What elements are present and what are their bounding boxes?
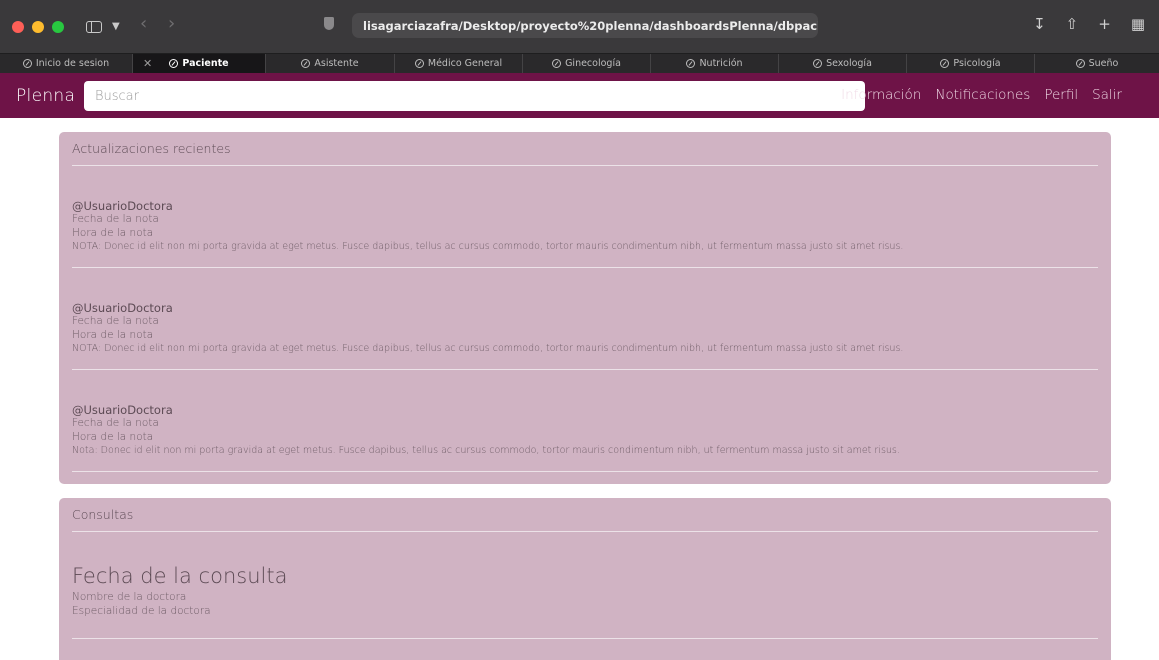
tab-medico-general[interactable]: Médico General bbox=[395, 54, 523, 73]
note-text: NOTA: Donec id elit non mi porta gravida… bbox=[72, 343, 904, 354]
note-user: @UsuarioDoctora bbox=[72, 199, 173, 213]
url-text: lisagarciazafra/Desktop/proyecto%20plenn… bbox=[363, 18, 818, 33]
note-item: @UsuarioDoctora Fecha de la nota Hora de… bbox=[72, 370, 1098, 472]
nav-link-perfil[interactable]: Perfil bbox=[1044, 87, 1078, 103]
brand-logo[interactable]: Plenna bbox=[16, 86, 75, 106]
close-window-button[interactable] bbox=[12, 20, 24, 33]
tab-overview-icon[interactable]: ▦ bbox=[1131, 14, 1145, 34]
nav-links: Información Notificaciones Perfil Salir bbox=[841, 87, 1122, 103]
note-item: @UsuarioDoctora Fecha de la nota Hora de… bbox=[72, 268, 1098, 370]
compass-icon bbox=[813, 59, 823, 68]
compass-icon bbox=[552, 59, 562, 68]
card-title: Consultas bbox=[72, 498, 1098, 532]
note-date: Fecha de la nota bbox=[72, 417, 159, 429]
back-arrow-icon[interactable]: ‹ bbox=[140, 14, 147, 34]
share-icon[interactable]: ⇧ bbox=[1066, 14, 1079, 34]
note-text: Nota: Donec id elit non mi porta gravida… bbox=[72, 445, 900, 456]
zoom-window-button[interactable] bbox=[52, 20, 64, 33]
tab-psicologia[interactable]: Psicología bbox=[907, 54, 1035, 73]
forward-arrow-icon[interactable]: › bbox=[168, 14, 175, 34]
minimize-window-button[interactable] bbox=[32, 20, 44, 33]
compass-icon bbox=[940, 59, 950, 68]
tab-ginecologia[interactable]: Ginecología bbox=[523, 54, 651, 73]
doctor-name: Nombre de la doctora bbox=[72, 591, 187, 603]
tab-bar: Inicio de sesion ✕ Paciente Asistente Mé… bbox=[0, 53, 1159, 73]
consulta-item: Fecha de la consulta Nombre de la doctor… bbox=[72, 532, 1098, 639]
tab-label: Psicología bbox=[953, 58, 1001, 69]
tab-label: Médico General bbox=[427, 58, 503, 69]
compass-icon bbox=[686, 59, 696, 68]
new-tab-icon[interactable]: + bbox=[1098, 14, 1111, 34]
tab-sexologia[interactable]: Sexología bbox=[779, 54, 907, 73]
tab-label: Sueño bbox=[1088, 58, 1119, 69]
tab-label: Inicio de sesion bbox=[35, 58, 110, 69]
note-user: @UsuarioDoctora bbox=[72, 301, 173, 315]
note-text: NOTA: Donec id elit non mi porta gravida… bbox=[72, 241, 904, 252]
note-time: Hora de la nota bbox=[72, 328, 154, 341]
consulta-date: Fecha de la consulta bbox=[72, 564, 288, 588]
tab-label: Nutrición bbox=[699, 58, 743, 69]
note-date: Fecha de la nota bbox=[72, 213, 159, 225]
note-date: Fecha de la nota bbox=[72, 315, 159, 327]
download-icon[interactable]: ↧ bbox=[1033, 14, 1046, 34]
note-item: @UsuarioDoctora Fecha de la nota Hora de… bbox=[72, 166, 1098, 268]
note-user: @UsuarioDoctora bbox=[72, 403, 173, 417]
compass-icon bbox=[169, 59, 179, 68]
tab-label: Paciente bbox=[182, 58, 229, 69]
tab-label: Ginecología bbox=[565, 58, 621, 69]
compass-icon bbox=[301, 59, 311, 68]
nav-link-notificaciones[interactable]: Notificaciones bbox=[935, 87, 1030, 103]
nav-link-informacion[interactable]: Información bbox=[841, 87, 921, 103]
tab-nutricion[interactable]: Nutrición bbox=[651, 54, 779, 73]
doctor-specialty: Especialidad de la doctora bbox=[72, 605, 211, 617]
tab-inicio-de-sesion[interactable]: Inicio de sesion bbox=[0, 54, 133, 73]
tab-label: Asistente bbox=[314, 58, 359, 69]
close-tab-icon[interactable]: ✕ bbox=[143, 57, 152, 70]
app-navbar: Plenna Información Notificaciones Perfil… bbox=[0, 73, 1159, 118]
note-time: Hora de la nota bbox=[72, 430, 154, 443]
card-title: Actualizaciones recientes bbox=[72, 132, 1098, 166]
privacy-shield-icon[interactable] bbox=[324, 15, 334, 35]
window-controls bbox=[12, 20, 64, 33]
consultas-card: Consultas Fecha de la consulta Nombre de… bbox=[59, 498, 1111, 660]
compass-icon bbox=[22, 59, 32, 68]
compass-icon bbox=[414, 59, 424, 68]
address-bar[interactable]: lisagarciazafra/Desktop/proyecto%20plenn… bbox=[352, 13, 818, 38]
chevron-down-icon[interactable]: ▼ bbox=[112, 17, 120, 37]
updates-card: Actualizaciones recientes @UsuarioDoctor… bbox=[59, 132, 1111, 484]
tab-paciente[interactable]: ✕ Paciente bbox=[133, 54, 266, 73]
browser-toolbar: ▼ ‹ › lisagarciazafra/Desktop/proyecto%2… bbox=[0, 0, 1159, 53]
search-input[interactable] bbox=[84, 81, 865, 111]
main-content: Actualizaciones recientes @UsuarioDoctor… bbox=[0, 118, 1159, 660]
tab-label: Sexología bbox=[826, 58, 872, 69]
tab-sueno[interactable]: Sueño bbox=[1035, 54, 1159, 73]
nav-link-salir[interactable]: Salir bbox=[1092, 87, 1122, 103]
toolbar-right: ↧ ⇧ + ▦ bbox=[1033, 14, 1145, 34]
sidebar-toggle-icon[interactable] bbox=[86, 16, 102, 36]
compass-icon bbox=[1075, 59, 1085, 68]
note-time: Hora de la nota bbox=[72, 226, 154, 239]
tab-asistente[interactable]: Asistente bbox=[266, 54, 395, 73]
